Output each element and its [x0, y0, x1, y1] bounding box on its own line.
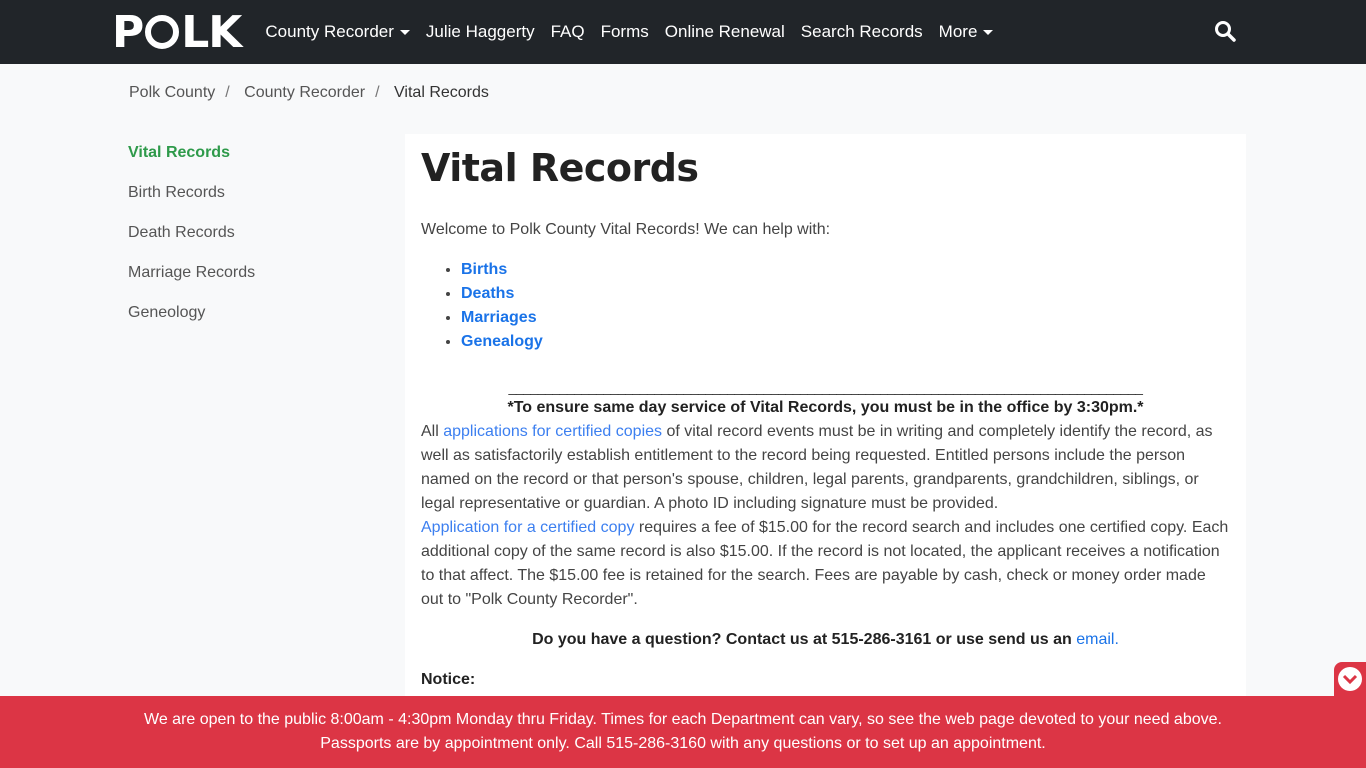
sidebar-item-marriage-records[interactable]: Marriage Records	[128, 264, 255, 304]
application-certified-copy-link[interactable]: Application for a certified copy	[421, 519, 634, 536]
nav-more[interactable]: More	[939, 22, 994, 42]
sidebar-item-geneology[interactable]: Geneology	[128, 304, 255, 344]
breadcrumb-county-recorder[interactable]: County Recorder	[244, 84, 365, 101]
text: All	[421, 423, 444, 440]
sidebar: Vital Records Birth Records Death Record…	[128, 144, 255, 344]
breadcrumb-polk-county[interactable]: Polk County	[129, 84, 215, 101]
intro-text: Welcome to Polk County Vital Records! We…	[421, 221, 831, 238]
applications-link[interactable]: applications for certified copies	[443, 423, 662, 440]
chevron-down-icon	[1338, 667, 1362, 691]
divider: ________________________________________…	[508, 379, 1143, 395]
navbar: P LK County Recorder Julie Haggerty FAQ F…	[0, 0, 1366, 64]
sidebar-item-birth-records[interactable]: Birth Records	[128, 184, 255, 224]
marriages-link[interactable]: Marriages	[461, 309, 537, 326]
services-list: Births Deaths Marriages Genealogy	[461, 258, 1230, 354]
nav-county-recorder[interactable]: County Recorder	[265, 22, 410, 42]
nav-label: More	[938, 22, 978, 41]
breadcrumb-current: Vital Records	[394, 84, 489, 101]
hours-banner: We are open to the public 8:00am - 4:30p…	[0, 696, 1366, 768]
caret-down-icon	[399, 30, 410, 36]
caret-down-icon	[983, 30, 994, 36]
office-time-notice: *To ensure same day service of Vital Rec…	[507, 399, 1144, 416]
page-title: Vital Records	[421, 146, 699, 190]
polk-logo[interactable]: P LK	[112, 7, 242, 58]
deaths-link[interactable]: Deaths	[461, 285, 514, 302]
scroll-down-button[interactable]	[1334, 662, 1366, 696]
list-item: Births	[461, 258, 1230, 282]
notice-heading: Notice:	[421, 671, 476, 688]
question-text: Do you have a question? Contact us at 51…	[532, 631, 1077, 648]
births-link[interactable]: Births	[461, 261, 507, 278]
nav-faq[interactable]: FAQ	[551, 22, 585, 42]
nav-online-renewal[interactable]: Online Renewal	[665, 22, 785, 42]
sidebar-item-vital-records[interactable]: Vital Records	[128, 144, 255, 184]
email-link[interactable]: email.	[1076, 631, 1119, 648]
list-item: Marriages	[461, 306, 1230, 330]
list-item: Genealogy	[461, 330, 1230, 354]
list-item: Deaths	[461, 282, 1230, 306]
main-content: Vital Records Welcome to Polk County Vit…	[405, 134, 1246, 734]
breadcrumb: Polk County / County Recorder / Vital Reco…	[129, 84, 489, 101]
sidebar-item-death-records[interactable]: Death Records	[128, 224, 255, 264]
nav-julie-haggerty[interactable]: Julie Haggerty	[426, 22, 535, 42]
applications-paragraph: All applications for certified copies of…	[421, 420, 1230, 612]
nav-search-records[interactable]: Search Records	[801, 22, 923, 42]
genealogy-link[interactable]: Genealogy	[461, 333, 543, 350]
nav-label: County Recorder	[265, 22, 394, 41]
search-icon[interactable]	[1214, 20, 1236, 42]
banner-text: We are open to the public 8:00am - 4:30p…	[144, 711, 1222, 752]
nav-forms[interactable]: Forms	[601, 22, 649, 42]
